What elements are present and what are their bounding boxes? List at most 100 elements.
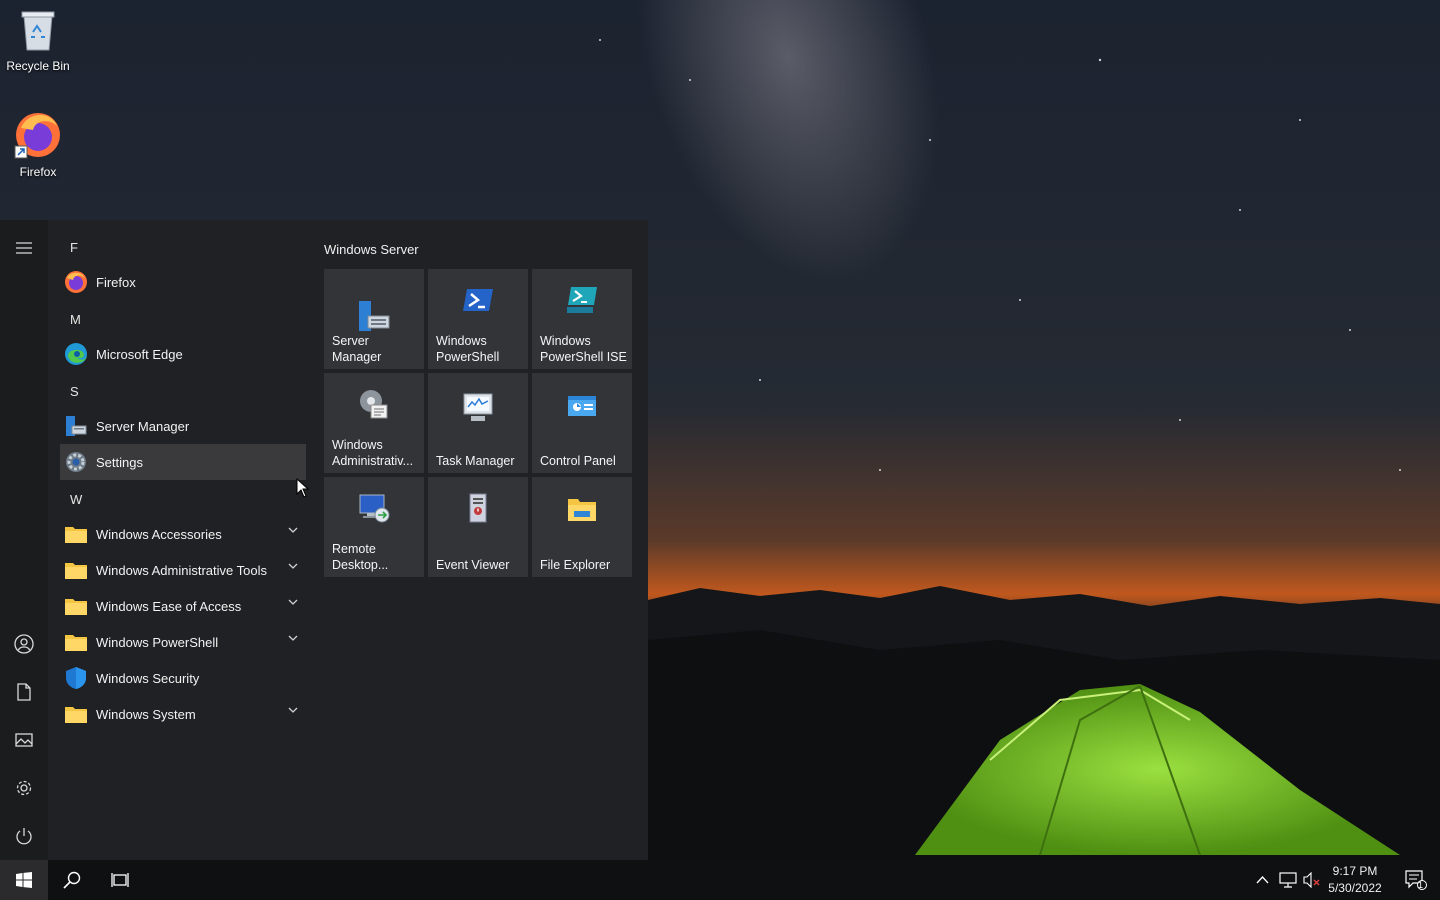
action-center-button[interactable]: 1 <box>1392 860 1440 900</box>
app-item-windows-ease-of-access[interactable]: Windows Ease of Access <box>60 588 306 624</box>
gear-icon <box>16 780 32 796</box>
section-header-m[interactable]: M <box>70 312 81 327</box>
app-item-label: Windows PowerShell <box>96 634 219 650</box>
clock-date: 5/30/2022 <box>1328 881 1382 895</box>
expand-menu-button[interactable] <box>0 224 48 272</box>
network-icon[interactable] <box>1279 872 1297 888</box>
pictures-button[interactable] <box>0 716 48 764</box>
gear-icon <box>66 452 86 472</box>
shield-icon <box>66 667 86 689</box>
section-header-f[interactable]: F <box>70 240 78 255</box>
app-item-label: Windows Security <box>96 670 200 686</box>
remote-desktop-icon <box>359 494 390 523</box>
section-header-s[interactable]: S <box>70 384 79 399</box>
folder-icon <box>65 527 87 543</box>
tile-label: File Explorer <box>540 558 611 572</box>
tile-file-explorer[interactable]: File Explorer <box>532 477 632 577</box>
app-item-label: Windows Administrative Tools <box>96 562 267 578</box>
documents-button[interactable] <box>0 668 48 716</box>
notification-count-badge: 1 <box>1418 880 1424 890</box>
user-account-button[interactable] <box>0 620 48 668</box>
task-view-icon <box>111 873 129 887</box>
power-icon <box>16 828 32 845</box>
chevron-down-icon[interactable] <box>288 598 298 606</box>
tile-label: Event Viewer <box>436 558 510 572</box>
folder-icon <box>65 707 87 723</box>
tile-task-manager[interactable]: Task Manager <box>428 373 528 473</box>
tile-label: Control Panel <box>540 454 616 468</box>
start-menu: F Firefox M Microsoft Edge S Server Mana… <box>0 220 648 860</box>
tile-label: Remote Desktop... <box>332 542 389 572</box>
folder-icon <box>65 563 87 579</box>
app-item-windows-system[interactable]: Windows System <box>60 696 306 732</box>
search-button[interactable] <box>48 860 96 900</box>
tile-label: Server Manager <box>332 334 382 364</box>
app-item-windows-security[interactable]: Windows Security <box>60 660 306 696</box>
tile-remote-desktop[interactable]: Remote Desktop... <box>324 477 424 577</box>
folder-icon <box>65 635 87 651</box>
app-item-label: Server Manager <box>96 418 190 434</box>
app-item-label: Windows Accessories <box>96 526 222 542</box>
tile-label: Windows PowerShell ISE <box>540 334 627 364</box>
hamburger-icon <box>16 242 32 254</box>
section-header-w[interactable]: W <box>70 492 82 507</box>
user-icon <box>14 634 34 654</box>
settings-button[interactable] <box>0 764 48 812</box>
app-item-label: Firefox <box>96 274 136 290</box>
desktop-icon-recycle-bin[interactable]: Recycle Bin <box>0 6 76 73</box>
chevron-down-icon[interactable] <box>288 634 298 642</box>
app-item-label: Microsoft Edge <box>96 346 183 362</box>
firefox-icon <box>65 271 87 293</box>
recycle-bin-icon <box>21 11 55 51</box>
file-explorer-icon <box>568 499 596 521</box>
server-manager-icon <box>359 301 390 331</box>
pictures-icon <box>15 733 33 747</box>
tile-server-manager[interactable]: Server Manager <box>324 269 424 369</box>
app-item-label: Windows System <box>96 706 196 722</box>
tile-control-panel[interactable]: Control Panel <box>532 373 632 473</box>
task-view-button[interactable] <box>96 860 144 900</box>
chevron-down-icon[interactable] <box>288 526 298 534</box>
app-item-windows-administrative-tools[interactable]: Windows Administrative Tools <box>60 552 306 588</box>
app-item-label: Windows Ease of Access <box>96 598 242 614</box>
app-item-firefox[interactable]: Firefox <box>60 264 306 300</box>
chevron-down-icon[interactable] <box>288 706 298 714</box>
desktop-icon-label: Firefox <box>19 165 57 179</box>
tile-label: Task Manager <box>436 454 515 468</box>
tile-event-viewer[interactable]: Event Viewer <box>428 477 528 577</box>
documents-icon <box>17 683 31 701</box>
start-menu-rail <box>0 220 48 860</box>
chevron-up-icon[interactable] <box>1256 875 1269 884</box>
tile-windows-powershell[interactable]: Windows PowerShell <box>428 269 528 369</box>
app-item-windows-powershell[interactable]: Windows PowerShell <box>60 624 306 660</box>
volume-muted-icon[interactable] <box>1303 872 1321 888</box>
clock-time: 9:17 PM <box>1332 864 1378 878</box>
tile-label: Windows PowerShell <box>436 334 500 364</box>
event-viewer-icon <box>469 493 487 523</box>
clock[interactable]: 9:17 PM 5/30/2022 <box>1324 863 1386 897</box>
power-button[interactable] <box>0 812 48 860</box>
app-item-windows-accessories[interactable]: Windows Accessories <box>60 516 306 552</box>
taskbar: 9:17 PM 5/30/2022 1 <box>0 860 1440 900</box>
windows-logo-icon <box>16 872 32 888</box>
chevron-down-icon[interactable] <box>288 562 298 570</box>
task-manager-icon <box>463 393 493 421</box>
folder-icon <box>65 599 87 615</box>
start-button[interactable] <box>0 860 48 900</box>
search-icon <box>63 871 81 889</box>
tile-windows-administrative-tools[interactable]: Windows Administrativ... <box>324 373 424 473</box>
edge-icon <box>65 343 87 365</box>
desktop-icon-label: Recycle Bin <box>6 59 70 73</box>
firefox-icon <box>14 113 60 159</box>
tile-windows-powershell-ise[interactable]: Windows PowerShell ISE <box>532 269 632 369</box>
mouse-cursor-icon <box>296 478 310 498</box>
notifications-icon <box>1405 870 1427 890</box>
tile-label: Windows Administrativ... <box>332 438 414 468</box>
tile-group-title[interactable]: Windows Server <box>324 242 419 257</box>
control-panel-icon <box>568 396 596 416</box>
app-item-label: Settings <box>96 454 143 470</box>
app-item-settings[interactable]: Settings <box>60 444 306 480</box>
app-item-server-manager[interactable]: Server Manager <box>60 408 306 444</box>
desktop-icon-firefox[interactable]: Firefox <box>0 108 76 179</box>
app-item-microsoft-edge[interactable]: Microsoft Edge <box>60 336 306 372</box>
